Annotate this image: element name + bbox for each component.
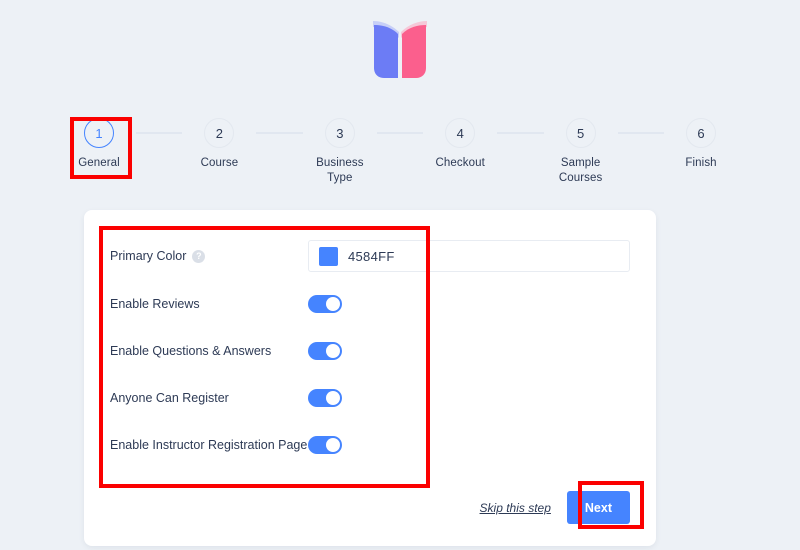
step-label-checkout: Checkout bbox=[435, 157, 485, 169]
enable-instructor-registration-toggle[interactable] bbox=[308, 435, 342, 454]
card-footer: Skip this step Next bbox=[480, 491, 630, 524]
step-number-3: 3 bbox=[324, 118, 355, 148]
open-book-icon bbox=[373, 21, 427, 78]
step-number-5: 5 bbox=[565, 118, 596, 148]
general-settings-form: Primary Color ? 4584FF Enable Reviews En… bbox=[110, 232, 630, 468]
form-row-primary-color: Primary Color ? 4584FF bbox=[110, 232, 630, 280]
setup-wizard-page: 1 General 2 Course 3 Business Type 4 Che… bbox=[0, 0, 800, 550]
toggle-knob bbox=[326, 390, 340, 405]
skip-this-step-link[interactable]: Skip this step bbox=[480, 501, 551, 515]
logo-container bbox=[0, 14, 800, 88]
stepper-connector-5 bbox=[617, 132, 665, 134]
form-row-enable-reviews: Enable Reviews bbox=[110, 280, 630, 327]
primary-color-label: Primary Color bbox=[110, 249, 187, 263]
enable-reviews-toggle[interactable] bbox=[308, 294, 342, 313]
stepper-connector-1 bbox=[136, 132, 183, 134]
step-number-2: 2 bbox=[204, 118, 235, 148]
step-number-6: 6 bbox=[686, 118, 717, 148]
step-number-1: 1 bbox=[84, 118, 114, 148]
enable-questions-answers-toggle[interactable] bbox=[308, 341, 342, 360]
settings-card: Primary Color ? 4584FF Enable Reviews En… bbox=[84, 210, 656, 546]
step-label-finish: Finish bbox=[685, 157, 717, 169]
toggle-knob bbox=[326, 296, 340, 311]
toggle-knob bbox=[326, 437, 340, 452]
toggle-knob bbox=[326, 343, 340, 358]
stepper-step-course[interactable]: 2 Course bbox=[182, 118, 256, 171]
anyone-can-register-toggle[interactable] bbox=[308, 388, 342, 407]
stepper-connector-4 bbox=[497, 132, 544, 134]
step-label-sample-courses: Sample Courses bbox=[558, 157, 603, 184]
stepper-step-checkout[interactable]: 4 Checkout bbox=[423, 118, 497, 171]
wizard-stepper: 1 General 2 Course 3 Business Type 4 Che… bbox=[62, 118, 738, 188]
form-row-anyone-can-register: Anyone Can Register bbox=[110, 374, 630, 421]
step-number-4: 4 bbox=[445, 118, 476, 148]
enable-instructor-registration-label: Enable Instructor Registration Page bbox=[110, 437, 308, 452]
anyone-can-register-label: Anyone Can Register bbox=[110, 390, 229, 405]
primary-color-input[interactable]: 4584FF bbox=[308, 240, 630, 272]
primary-color-label-group: Primary Color ? bbox=[110, 249, 308, 263]
stepper-step-finish[interactable]: 6 Finish bbox=[664, 118, 738, 171]
stepper-connector-2 bbox=[256, 132, 303, 134]
question-mark-icon[interactable]: ? bbox=[192, 249, 206, 263]
primary-color-value: 4584FF bbox=[348, 248, 395, 264]
color-swatch[interactable] bbox=[319, 246, 338, 266]
stepper-step-business-type[interactable]: 3 Business Type bbox=[303, 118, 377, 185]
next-button[interactable]: Next bbox=[566, 491, 630, 524]
enable-reviews-label: Enable Reviews bbox=[110, 296, 200, 311]
step-label-general: General bbox=[78, 157, 120, 169]
step-label-course: Course bbox=[200, 157, 239, 169]
enable-questions-answers-label: Enable Questions & Answers bbox=[110, 343, 272, 358]
step-label-business-type: Business Type bbox=[316, 157, 364, 184]
form-row-enable-instructor-registration: Enable Instructor Registration Page bbox=[110, 421, 630, 468]
stepper-connector-3 bbox=[376, 132, 424, 134]
form-row-enable-questions-answers: Enable Questions & Answers bbox=[110, 327, 630, 374]
stepper-step-sample-courses[interactable]: 5 Sample Courses bbox=[544, 118, 618, 185]
stepper-step-general[interactable]: 1 General bbox=[62, 118, 136, 171]
